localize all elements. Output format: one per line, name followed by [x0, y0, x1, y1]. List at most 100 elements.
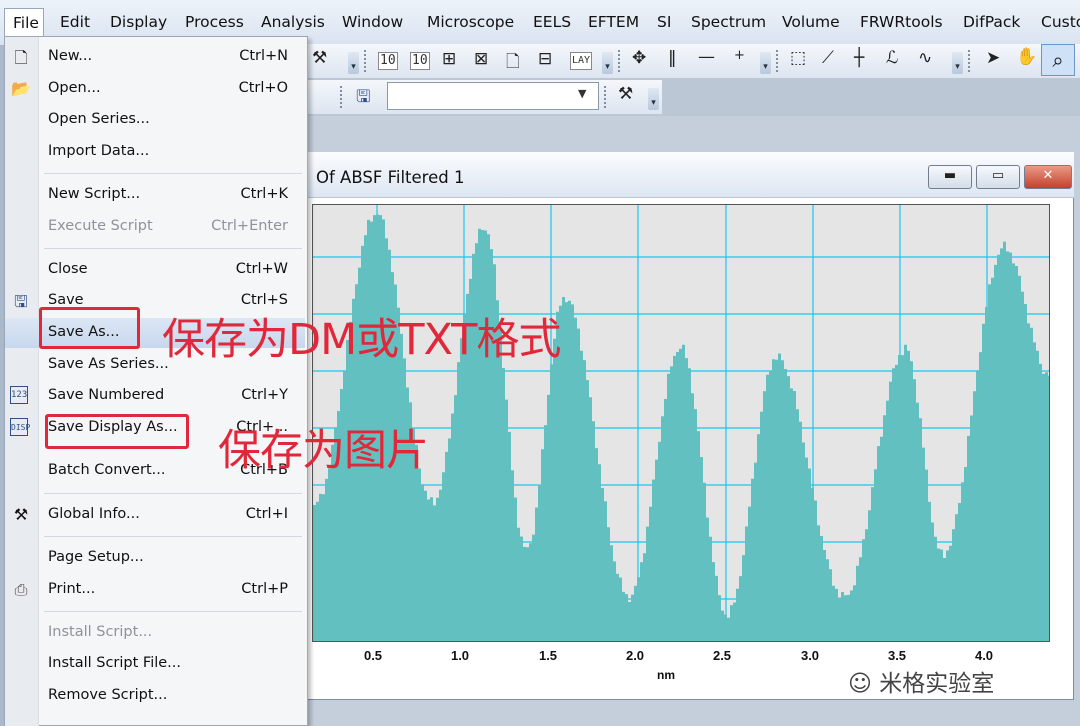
toolbar-grip[interactable] — [968, 50, 972, 72]
menu-item-remove-script[interactable]: Remove Script... — [5, 681, 305, 711]
toolbar-dropdown-icon[interactable]: ▾ — [348, 52, 359, 74]
menu-item-shortcut: Ctrl+K — [240, 186, 288, 202]
hand-icon[interactable]: ✋ — [1016, 47, 1037, 67]
menu-item-shortcut: Ctrl+O — [238, 80, 288, 96]
toolbar-row-1: ⚒ ▾ 10 10 ⊞ ⊠ 🗋 ⊟ LAY ▾ ✥ ‖ — + ▾ ⬚ ⟋ ┼ … — [306, 44, 1080, 78]
menu-item-install-script: Install Script... — [5, 618, 305, 648]
page-search-icon[interactable]: 🗋 — [506, 49, 520, 78]
menu-window[interactable]: Window — [342, 13, 403, 31]
x-tick-label: 4.0 — [974, 648, 994, 663]
close-button[interactable]: ✕ — [1024, 165, 1072, 189]
x-tick-label: 3.0 — [800, 648, 820, 663]
menu-item-label: Open... — [48, 80, 101, 96]
menu-item-import-data[interactable]: Import Data... — [5, 137, 305, 167]
toolbar-dropdown-icon[interactable]: ▾ — [760, 52, 771, 74]
menu-item-print[interactable]: ⎙ Print... Ctrl+P — [5, 575, 305, 605]
bar-icon[interactable]: ‖ — [668, 48, 677, 68]
watermark-text: 米格实验室 — [879, 671, 995, 697]
menu-separator — [44, 248, 302, 249]
menu-item-save-numbered[interactable]: 123 Save Numbered Ctrl+Y — [5, 381, 305, 411]
menu-item-open[interactable]: 📂 Open... Ctrl+O — [5, 74, 305, 104]
plot-remove-icon[interactable]: ⊠ — [474, 49, 488, 69]
menu-difpack[interactable]: DifPack — [963, 13, 1020, 31]
sum-1-icon[interactable]: 10 — [378, 52, 398, 70]
menu-analysis[interactable]: Analysis — [261, 13, 325, 31]
layout-icon[interactable]: ⊟ — [538, 49, 552, 69]
move-icon[interactable]: ✥ — [632, 48, 646, 68]
new-doc-icon: 🗋 — [14, 48, 28, 67]
rect-select-icon[interactable]: ⬚ — [790, 48, 806, 68]
menu-item-open-series[interactable]: Open Series... — [5, 105, 305, 135]
menu-item-new-script[interactable]: New Script... Ctrl+K — [5, 180, 305, 210]
x-tick-label: 1.5 — [538, 648, 558, 663]
menu-microscope[interactable]: Microscope — [427, 13, 514, 31]
menu-item-execute-script: Execute Script Ctrl+Enter — [5, 212, 305, 242]
restore-button[interactable]: ▭ — [976, 165, 1020, 189]
menu-item-shortcut: Ctrl+P — [241, 581, 288, 597]
combo-arrow-icon[interactable]: ▼ — [578, 87, 586, 100]
toolbar-grip[interactable] — [604, 86, 608, 108]
toolbar-grip[interactable] — [618, 50, 622, 72]
menu-file[interactable]: File — [4, 8, 44, 38]
watermark: ☺ 米格实验室 — [848, 664, 994, 698]
magnifier-icon[interactable]: ⌕ — [1041, 44, 1075, 76]
toolbar-combo[interactable] — [387, 82, 599, 110]
menu-separator — [44, 611, 302, 612]
menu-item-install-script-file[interactable]: Install Script File... — [5, 649, 305, 679]
menu-item-label: Save Numbered — [48, 387, 165, 403]
lasso-icon[interactable]: ℒ — [886, 48, 898, 68]
save-display-annotation: 保存为图片 — [218, 426, 429, 476]
menu-volume[interactable]: Volume — [782, 13, 840, 31]
hammer-icon[interactable]: ⚒ — [312, 48, 327, 68]
line-tool-icon[interactable]: ⟋ — [822, 48, 834, 68]
save-display-highlight-box — [45, 414, 189, 449]
menu-item-label: Close — [48, 261, 88, 277]
toolbar-grip[interactable] — [340, 86, 344, 108]
save-as-highlight-box — [39, 307, 140, 349]
menu-item-label: Install Script... — [48, 624, 153, 640]
lay-icon[interactable]: LAY — [570, 52, 593, 70]
crosshair-icon[interactable]: ┼ — [854, 48, 864, 68]
menu-item-shortcut: Ctrl+I — [245, 506, 288, 522]
toolbar-grip[interactable] — [364, 50, 368, 72]
menu-eels[interactable]: EELS — [533, 13, 571, 31]
menu-item-shortcut: Ctrl+W — [235, 261, 288, 277]
toolbar-grip[interactable] — [776, 50, 780, 72]
plot-add-icon[interactable]: ⊞ — [442, 49, 456, 69]
line-icon[interactable]: — — [698, 47, 715, 67]
menu-item-label: Page Setup... — [48, 549, 144, 565]
toolbar-dropdown-icon[interactable]: ▾ — [952, 52, 963, 74]
menu-spectrum[interactable]: Spectrum — [691, 13, 766, 31]
menu-separator — [44, 493, 302, 494]
menu-item-label: Batch Convert... — [48, 462, 166, 478]
minimize-button[interactable]: ▬ — [928, 165, 972, 189]
menu-custom[interactable]: Custo — [1041, 13, 1080, 31]
save-as-annotation: 保存为DM或TXT格式 — [162, 315, 561, 365]
menu-item-new[interactable]: 🗋 New... Ctrl+N — [5, 42, 305, 72]
menu-item-page-setup[interactable]: Page Setup... — [5, 543, 305, 573]
hammer-icon[interactable]: ⚒ — [618, 84, 633, 104]
toolbar-dropdown-icon[interactable]: ▾ — [602, 52, 613, 74]
x-tick-label: 1.0 — [450, 648, 470, 663]
menu-item-global-info[interactable]: ⚒ Global Info... Ctrl+I — [5, 500, 305, 530]
sum-x-icon[interactable]: 10 — [410, 52, 430, 70]
display-icon: DISP — [10, 418, 30, 436]
menu-item-label: Save — [48, 292, 84, 308]
x-axis-unit: nm — [657, 668, 675, 682]
menu-item-label: Install Script File... — [48, 655, 182, 671]
floppy-icon[interactable]: 🖫 — [356, 84, 370, 113]
menu-process[interactable]: Process — [185, 13, 244, 31]
menu-display[interactable]: Display — [110, 13, 167, 31]
menu-item-label: Global Info... — [48, 506, 140, 522]
menu-eftem[interactable]: EFTEM — [588, 13, 639, 31]
toolbar-dropdown-icon[interactable]: ▾ — [648, 88, 659, 110]
open-folder-icon: 📂 — [11, 79, 31, 98]
menu-frwrtools[interactable]: FRWRtools — [860, 13, 943, 31]
menu-item-close[interactable]: Close Ctrl+W — [5, 255, 305, 285]
plus-icon[interactable]: + — [734, 48, 745, 63]
menu-edit[interactable]: Edit — [60, 13, 90, 31]
x-tick-label: 0.5 — [363, 648, 383, 663]
menu-si[interactable]: SI — [657, 13, 671, 31]
arrow-pointer-icon[interactable]: ➤ — [986, 48, 1000, 68]
curve-icon[interactable]: ∿ — [918, 48, 932, 68]
